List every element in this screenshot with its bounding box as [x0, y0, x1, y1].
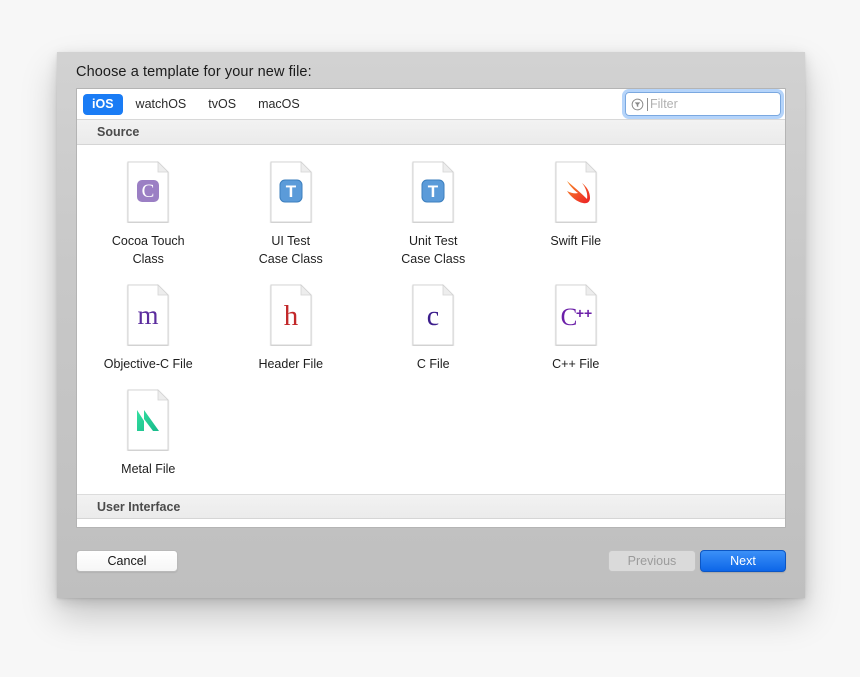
tab-watchos[interactable]: watchOS: [127, 94, 196, 115]
filter-field-focus-ring: Filter: [625, 92, 781, 116]
tab-macos[interactable]: macOS: [249, 94, 309, 115]
template-label: Header File: [258, 357, 324, 371]
file-metal-m-green-icon: [122, 389, 174, 451]
svg-text:C: C: [142, 181, 155, 202]
section-header-source: Source: [77, 120, 785, 145]
template-tile-cpp-file[interactable]: C ++ C++ File: [505, 278, 648, 383]
template-label: Metal File: [121, 462, 176, 476]
template-tile-metal-file[interactable]: Metal File: [77, 383, 220, 488]
template-tile-objective-c-file[interactable]: m Objective-C File: [77, 278, 220, 383]
template-tile-cocoa-touch-class[interactable]: C Cocoa Touch Class: [77, 155, 220, 278]
file-letter-t-blue-icon: T: [407, 161, 459, 223]
file-letter-t-blue-icon: T: [265, 161, 317, 223]
template-grid-source: C Cocoa Touch Class T UI Test Case Class…: [77, 145, 785, 494]
new-file-template-dialog: Choose a template for your new file: iOS…: [57, 52, 805, 598]
template-tile-unit-test-case-class[interactable]: T Unit Test Case Class: [362, 155, 505, 278]
previous-button[interactable]: Previous: [608, 550, 696, 572]
svg-text:c: c: [427, 301, 439, 332]
template-label: Unit Test Case Class: [401, 234, 466, 266]
file-letter-c-indigo-icon: c: [407, 284, 459, 346]
svg-text:h: h: [284, 300, 299, 332]
template-tile-ui-test-case-class[interactable]: T UI Test Case Class: [220, 155, 363, 278]
next-button[interactable]: Next: [700, 550, 786, 572]
dialog-prompt: Choose a template for your new file:: [76, 64, 312, 80]
tab-tvos[interactable]: tvOS: [199, 94, 245, 115]
template-tile-header-file[interactable]: h Header File: [220, 278, 363, 383]
template-label: C++ File: [552, 357, 600, 371]
svg-text:m: m: [138, 300, 159, 330]
filter-placeholder: Filter: [650, 97, 678, 111]
file-cplusplus-icon: C ++: [550, 284, 602, 346]
section-header-user-interface: User Interface: [77, 494, 785, 519]
template-label: UI Test Case Class: [258, 234, 323, 266]
template-label: Cocoa Touch Class: [111, 234, 185, 266]
file-letter-h-red-icon: h: [265, 284, 317, 346]
text-caret: [647, 97, 648, 111]
template-browser-panel: iOS watchOS tvOS macOS Filter Source C C…: [76, 88, 786, 528]
tab-ios[interactable]: iOS: [83, 93, 123, 115]
svg-text:++: ++: [576, 305, 592, 321]
svg-text:T: T: [286, 182, 297, 201]
file-letter-c-purple-icon: C: [122, 161, 174, 223]
svg-text:T: T: [428, 182, 439, 201]
template-label: Swift File: [550, 234, 602, 248]
filter-circle-icon: [631, 98, 644, 110]
template-tile-c-file[interactable]: c C File: [362, 278, 505, 383]
platform-tab-bar: iOS watchOS tvOS macOS Filter: [77, 89, 785, 120]
cancel-button[interactable]: Cancel: [76, 550, 178, 572]
file-letter-m-purple-icon: m: [122, 284, 174, 346]
filter-input[interactable]: Filter: [625, 92, 781, 116]
template-grid-user-interface: Storyboard View: [77, 519, 785, 527]
template-label: C File: [416, 357, 450, 371]
template-list[interactable]: Source C Cocoa Touch Class T UI Test Cas…: [77, 120, 785, 527]
file-swift-bird-icon: [550, 161, 602, 223]
template-label: Objective-C File: [103, 357, 193, 371]
template-tile-swift-file[interactable]: Swift File: [505, 155, 648, 278]
